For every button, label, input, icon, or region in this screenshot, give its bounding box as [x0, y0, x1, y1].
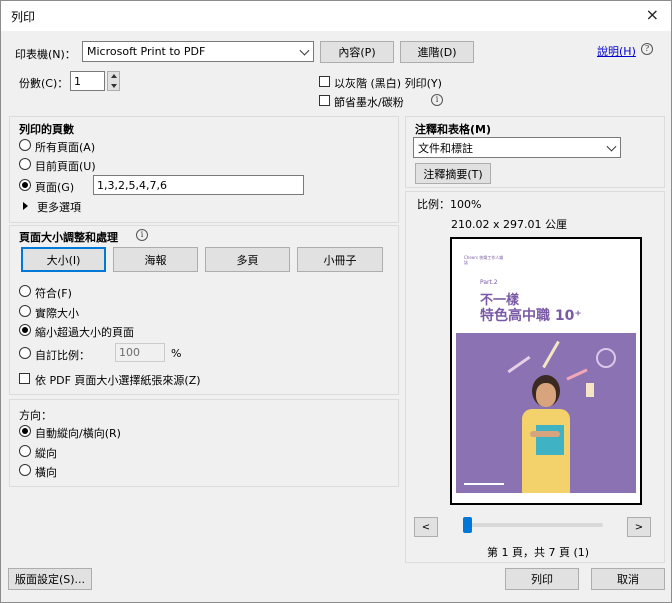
- pages-range-input[interactable]: 1,3,2,5,4,7,6: [93, 175, 304, 195]
- title-bar: 列印 ×: [1, 1, 671, 31]
- radio-custom-scale[interactable]: [19, 347, 31, 359]
- page-slider-thumb[interactable]: [463, 517, 472, 533]
- next-page-button[interactable]: >: [627, 517, 651, 537]
- prev-page-button[interactable]: <: [414, 517, 438, 537]
- pages-label: 頁面(G): [35, 181, 75, 194]
- help-link[interactable]: 說明(H): [597, 43, 636, 59]
- cover-image: Cheers 快樂工作人雜誌 Part.2 不一樣 特色高中職 10⁺: [456, 243, 636, 501]
- properties-button[interactable]: 內容(P): [320, 41, 394, 63]
- radio-pages[interactable]: [19, 179, 31, 191]
- radio-landscape[interactable]: [19, 464, 31, 476]
- print-button[interactable]: 列印: [505, 568, 579, 590]
- shrink-oversized-label: 縮小超過大小的頁面: [35, 326, 134, 339]
- custom-scale-label: 自訂比例：: [35, 349, 90, 362]
- radio-auto-orientation[interactable]: [19, 425, 31, 437]
- cancel-button[interactable]: 取消: [591, 568, 665, 590]
- paper-source-label: 依 PDF 頁面大小選擇紙張來源(Z): [35, 374, 201, 387]
- cover-student: [516, 375, 576, 493]
- grayscale-checkbox[interactable]: [319, 76, 330, 87]
- actual-size-label: 實際大小: [35, 307, 79, 320]
- printer-select[interactable]: Microsoft Print to PDF: [82, 41, 314, 62]
- radio-portrait[interactable]: [19, 445, 31, 457]
- chevron-down-icon[interactable]: [111, 84, 117, 88]
- cover-part: Part.2: [480, 279, 498, 286]
- advanced-button[interactable]: 進階(D): [400, 41, 474, 63]
- pages-heading: 列印的頁數: [19, 123, 74, 136]
- copies-label: 份數(C)：: [19, 77, 69, 90]
- chevron-up-icon[interactable]: [111, 74, 117, 78]
- chevron-down-icon: [606, 141, 617, 152]
- page-setup-button[interactable]: 版面設定(S)...: [8, 568, 92, 590]
- expand-arrow-icon[interactable]: [23, 202, 28, 210]
- radio-current-page[interactable]: [19, 158, 31, 170]
- page-status: 第 1 頁，共 7 頁 (1): [487, 546, 590, 559]
- scale-label: 比例：100%: [417, 198, 482, 211]
- comments-value: 文件和標註: [418, 141, 473, 155]
- percent-label: %: [171, 347, 182, 360]
- close-icon[interactable]: ×: [646, 5, 659, 24]
- auto-orientation-label: 自動縱向/橫向(R): [35, 427, 121, 440]
- copies-stepper[interactable]: [107, 71, 120, 91]
- printer-label: 印表機(N)：: [15, 48, 76, 61]
- comments-heading: 注釋和表格(M): [415, 123, 492, 136]
- more-options-link[interactable]: 更多選項: [37, 199, 81, 215]
- save-ink-label: 節省墨水/碳粉: [334, 96, 404, 109]
- current-page-label: 目前頁面(U): [35, 160, 96, 173]
- save-ink-checkbox[interactable]: [319, 95, 330, 106]
- radio-all-pages[interactable]: [19, 139, 31, 151]
- chevron-down-icon: [299, 45, 310, 56]
- page-preview: Cheers 快樂工作人雜誌 Part.2 不一樣 特色高中職 10⁺: [450, 237, 642, 505]
- all-pages-label: 所有頁面(A): [35, 141, 96, 154]
- grayscale-label: 以灰階 (黑白) 列印(Y): [334, 77, 442, 90]
- printer-value: Microsoft Print to PDF: [87, 45, 206, 58]
- help-icon[interactable]: ?: [641, 43, 653, 55]
- orientation-heading: 方向：: [19, 409, 52, 422]
- cover-brand: Cheers 快樂工作人雜誌: [464, 255, 504, 265]
- page-slider-track[interactable]: [463, 523, 603, 527]
- tab-multiple[interactable]: 多頁: [205, 247, 290, 272]
- radio-actual-size[interactable]: [19, 305, 31, 317]
- window-title: 列印: [11, 10, 36, 24]
- tab-size[interactable]: 大小(I): [21, 247, 106, 272]
- print-dialog: 列印 × 印表機(N)： Microsoft Print to PDF 內容(P…: [0, 0, 672, 603]
- cover-title-line2: 特色高中職 10⁺: [480, 308, 582, 324]
- page-sizing-heading: 頁面大小調整和處理: [19, 231, 118, 244]
- landscape-label: 橫向: [35, 466, 57, 479]
- radio-fit[interactable]: [19, 285, 31, 297]
- copies-input[interactable]: 1: [70, 71, 105, 91]
- info-icon[interactable]: i: [431, 94, 443, 106]
- summarize-comments-button[interactable]: 注釋摘要(T): [415, 163, 491, 184]
- portrait-label: 縱向: [35, 447, 57, 460]
- radio-shrink-oversized[interactable]: [19, 324, 31, 336]
- fit-label: 符合(F): [35, 287, 72, 300]
- orientation-panel: [9, 399, 399, 487]
- dimensions-label: 210.02 x 297.01 公厘: [451, 218, 567, 231]
- info-icon[interactable]: i: [136, 229, 148, 241]
- tab-poster[interactable]: 海報: [113, 247, 198, 272]
- comments-select[interactable]: 文件和標註: [413, 137, 621, 158]
- paper-source-checkbox[interactable]: [19, 373, 30, 384]
- tab-booklet[interactable]: 小冊子: [297, 247, 383, 272]
- custom-scale-input[interactable]: 100: [115, 343, 165, 362]
